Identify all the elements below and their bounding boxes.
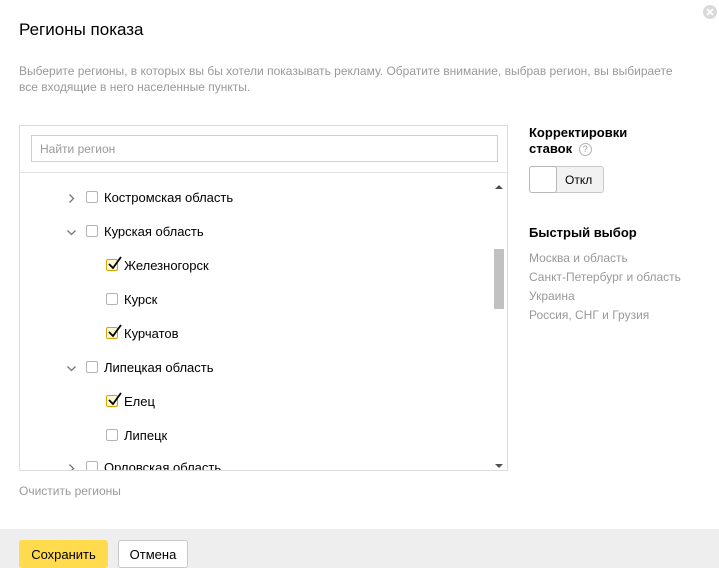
- tree-item-oryol-region[interactable]: Орловская область: [66, 457, 221, 470]
- chevron-right-icon[interactable]: [66, 192, 77, 203]
- region-tree: Костромская область Курская область Желе…: [20, 173, 490, 470]
- clear-regions-link[interactable]: Очистить регионы: [19, 484, 121, 498]
- tree-item-label: Курская область: [104, 223, 204, 239]
- checkbox-checked[interactable]: [106, 392, 122, 407]
- save-button[interactable]: Сохранить: [19, 540, 108, 568]
- chevron-right-icon[interactable]: [66, 462, 77, 470]
- checkbox[interactable]: [86, 191, 98, 203]
- tree-item-kostroma[interactable]: Костромская область: [66, 187, 233, 207]
- quick-select-spb[interactable]: Санкт-Петербург и область: [529, 270, 681, 284]
- regions-dialog: Регионы показа Выберите регионы, в котор…: [0, 0, 719, 568]
- tree-item-label: Курск: [124, 291, 158, 307]
- toggle-knob[interactable]: [529, 166, 557, 193]
- quick-select-heading: Быстрый выбор: [529, 225, 637, 240]
- scroll-up-arrow-icon[interactable]: [494, 178, 504, 189]
- chevron-down-icon[interactable]: [66, 226, 77, 237]
- checkbox[interactable]: [106, 293, 118, 305]
- tree-item-lipetsk[interactable]: Липецк: [106, 425, 167, 445]
- dialog-footer: Сохранить Отмена: [0, 529, 719, 568]
- question-icon[interactable]: ?: [578, 143, 592, 156]
- search-bar: [20, 126, 507, 173]
- bid-adjustments-heading-line2: ставок: [529, 141, 573, 156]
- quick-select-ukraine[interactable]: Украина: [529, 289, 575, 303]
- checkbox[interactable]: [106, 429, 118, 441]
- region-search-input[interactable]: [31, 135, 498, 162]
- dialog-description: Выберите регионы, в которых вы бы хотели…: [19, 64, 673, 94]
- toggle-label: Откл: [565, 173, 593, 187]
- chevron-down-icon[interactable]: [66, 362, 77, 373]
- bid-adjustments-heading: Корректировки ставок ?: [529, 125, 627, 157]
- tree-item-label: Орловская область: [104, 459, 222, 471]
- checkbox[interactable]: [86, 225, 98, 237]
- dialog-title: Регионы показа: [19, 20, 144, 39]
- tree-item-kursk[interactable]: Курск: [106, 289, 157, 309]
- region-tree-panel: Костромская область Курская область Желе…: [19, 125, 508, 471]
- tree-item-label: Курчатов: [124, 325, 179, 341]
- quick-select-moscow[interactable]: Москва и область: [529, 251, 628, 265]
- scrollbar-thumb[interactable]: [494, 249, 504, 309]
- bid-adjustments-heading-line1: Корректировки: [529, 125, 628, 140]
- tree-item-label: Железногорск: [124, 257, 209, 273]
- scroll-down-arrow-icon[interactable]: [494, 457, 504, 468]
- tree-scrollbar[interactable]: [491, 173, 507, 470]
- cancel-button[interactable]: Отмена: [118, 540, 188, 568]
- checkbox-checked[interactable]: [106, 324, 122, 339]
- checkbox-checked[interactable]: [106, 256, 122, 271]
- quick-select-russia-cis-georgia[interactable]: Россия, СНГ и Грузия: [529, 308, 649, 322]
- tree-item-label: Липецкая область: [104, 359, 214, 375]
- tree-item-label: Костромская область: [104, 189, 234, 205]
- checkmark-icon: [108, 256, 122, 270]
- tree-item-lipetsk-region[interactable]: Липецкая область: [66, 357, 214, 377]
- tree-item-elets[interactable]: Елец: [106, 391, 155, 411]
- checkbox[interactable]: [86, 461, 98, 470]
- tree-item-kursk-region[interactable]: Курская область: [66, 221, 204, 241]
- tree-item-zheleznogorsk[interactable]: Железногорск: [106, 255, 209, 275]
- bid-adjustments-toggle[interactable]: Откл: [529, 166, 604, 193]
- tree-item-kurchatov[interactable]: Курчатов: [106, 323, 179, 343]
- checkmark-icon: [108, 324, 122, 338]
- tree-item-label: Елец: [124, 393, 155, 409]
- checkmark-icon: [108, 392, 122, 406]
- close-icon[interactable]: [703, 5, 717, 19]
- tree-item-label: Липецк: [124, 427, 168, 443]
- checkbox[interactable]: [86, 361, 98, 373]
